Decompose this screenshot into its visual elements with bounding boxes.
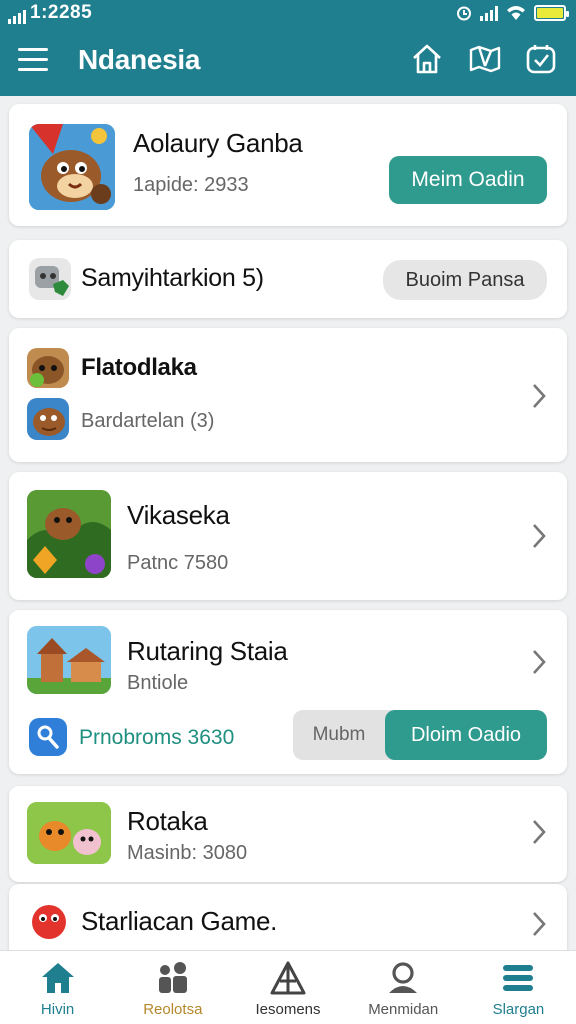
user-icon [389,962,418,993]
chevron-right-icon[interactable] [529,818,549,846]
bear-icon [27,348,69,388]
bottom-navigation: Hivin Reolotsa Iesomens Menmidan Slargan [0,950,576,1024]
house-icon [41,963,74,993]
nav-label: Iesomens [255,1001,321,1018]
beaver-character-icon [29,124,115,210]
status-bar: 1:2285 [0,0,576,26]
app-title: Ndanesia [78,44,201,75]
cell-signal-icon [480,5,498,21]
nav-label: Menmidan [368,1001,439,1018]
home-icon[interactable] [410,42,444,76]
game-card[interactable]: Rotaka Masinb: 3080 [9,786,567,882]
nav-label: Reolotsa [143,1001,203,1018]
card-title: Samyihtarkion 5) [81,264,264,292]
fox-friends-icon [27,802,111,864]
nav-item-profile[interactable]: Menmidan [346,951,461,1024]
card-subtitle: Bntiole [127,672,189,694]
game-card-featured[interactable]: Aolaury Ganba 1apide: 2933 Meim Oadin [9,104,567,226]
battery-fill [537,8,563,18]
status-time-text: 1:2285 [30,2,93,23]
promo-icon [29,718,67,756]
segmented-toggle[interactable]: Mubm Dloim Oadio [293,710,547,760]
secondary-button[interactable]: Buoim Pansa [383,260,547,300]
card-title: Rutaring Staia [127,636,288,666]
hamburger-menu-button[interactable] [18,46,50,74]
card-title: Flatodlaka [81,354,197,381]
nav-item-social[interactable]: Reolotsa [115,951,230,1024]
wifi-icon [507,6,525,20]
card-title: Aolaury Ganba [133,128,303,158]
beaver-mini-icon [27,398,69,440]
card-title: Vikaseka [127,500,230,530]
promo-label: Prnobroms 3630 [79,726,235,749]
nav-item-home[interactable]: Hivin [0,951,115,1024]
game-card[interactable]: Flatodlaka Bardartelan (3) [9,328,567,462]
card-title: Starliacan Game. [81,906,278,936]
card-subtitle: Bardartelan (3) [81,410,215,432]
game-card-compact[interactable]: Samyihtarkion 5) Buoim Pansa [9,240,567,318]
calendar-check-icon[interactable] [524,42,558,76]
signal-icon [8,8,26,24]
nav-label: Hivin [40,1001,75,1018]
nav-item-more[interactable]: Slargan [461,951,576,1024]
card-title: Rotaka [127,806,208,836]
chevron-right-icon[interactable] [529,648,549,676]
red-creature-icon [27,898,71,942]
chevron-right-icon[interactable] [529,910,549,938]
robot-shield-icon [29,258,71,300]
people-icon [158,962,187,993]
card-subtitle: 1apide: 2933 [133,174,249,196]
game-card-promo[interactable]: Rutaring Staia Bntiole Prnobroms 3630 Mu… [9,610,567,774]
nav-label: Slargan [492,1001,545,1018]
chevron-right-icon[interactable] [529,382,549,410]
map-icon[interactable] [468,42,502,76]
game-card[interactable]: Vikaseka Patnc 7580 [9,472,567,600]
toggle-option-on[interactable]: Dloim Oadio [385,710,547,760]
status-time: 1:2285 [8,2,92,24]
chevron-right-icon[interactable] [529,522,549,550]
play-button[interactable]: Meim Oadin [389,156,547,204]
pyramid-icon [270,961,306,995]
battery-icon [534,5,569,21]
card-subtitle: Masinb: 3080 [127,842,248,864]
top-bar: 1:2285 Ndanesia [0,0,576,96]
jungle-beaver-icon [27,490,111,578]
toggle-option-off[interactable]: Mubm [293,710,385,760]
nav-item-explore[interactable]: Iesomens [230,951,345,1024]
card-subtitle: Patnc 7580 [127,552,229,574]
alarm-icon [457,6,471,21]
menu-icon [503,965,534,991]
temple-icon [27,626,111,694]
app-bar: Ndanesia [0,30,576,92]
